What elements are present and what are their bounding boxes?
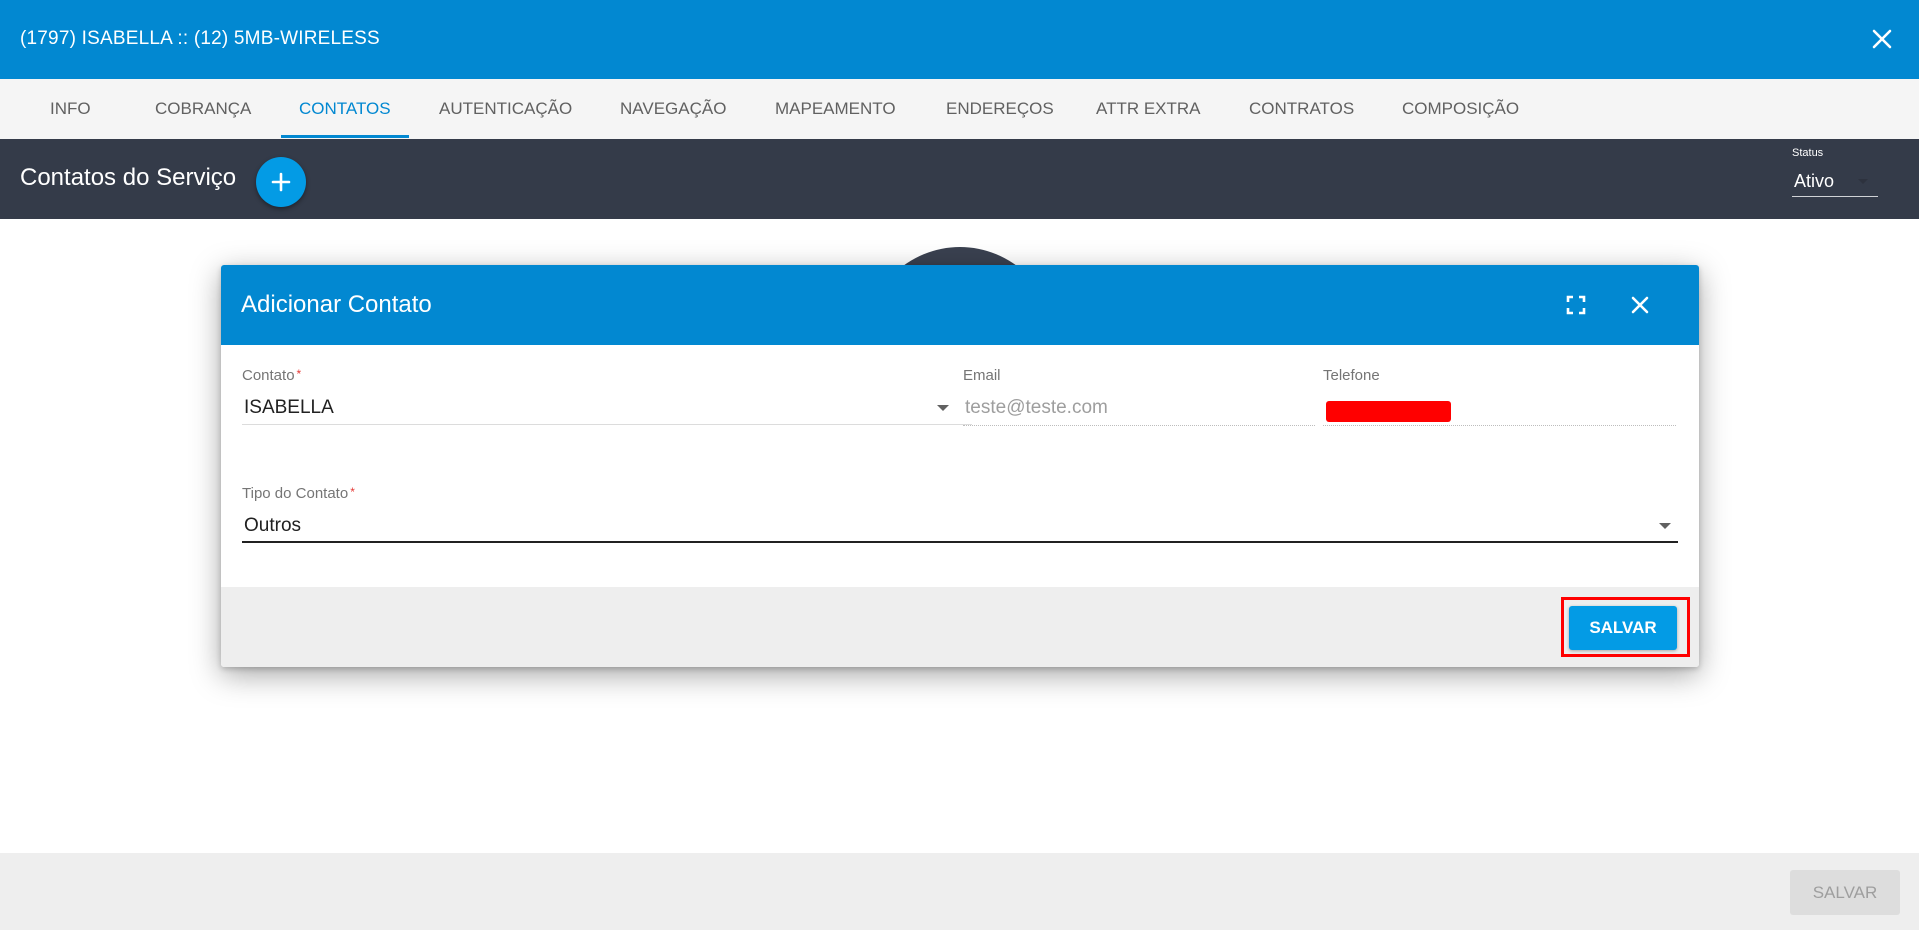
contato-select[interactable]: ISABELLA xyxy=(244,397,334,419)
chevron-down-icon[interactable] xyxy=(937,405,949,411)
chevron-down-icon xyxy=(1858,179,1868,184)
telefone-label: Telefone xyxy=(1323,367,1380,384)
footer-save-button[interactable]: SALVAR xyxy=(1790,870,1900,915)
email-label: Email xyxy=(963,367,1001,384)
chevron-down-icon[interactable] xyxy=(1659,523,1671,529)
tab-mapeamento[interactable]: MAPEAMENTO xyxy=(775,79,896,139)
tab-contatos[interactable]: CONTATOS xyxy=(299,79,391,139)
tab-composicao[interactable]: COMPOSIÇÃO xyxy=(1402,79,1519,139)
telefone-underline xyxy=(1323,425,1676,426)
status-select[interactable]: Ativo xyxy=(1792,167,1878,197)
email-underline xyxy=(963,425,1315,426)
section-title: Contatos do Serviço xyxy=(20,164,237,191)
window-header: (1797) ISABELLA :: (12) 5MB-WIRELESS xyxy=(0,0,1919,79)
tab-info[interactable]: INFO xyxy=(50,79,91,139)
contato-underline xyxy=(242,424,972,425)
tab-cobranca[interactable]: COBRANÇA xyxy=(155,79,251,139)
add-contact-button[interactable] xyxy=(256,157,306,207)
close-icon[interactable] xyxy=(1865,22,1899,56)
tab-contratos[interactable]: CONTRATOS xyxy=(1249,79,1354,139)
tab-navegacao[interactable]: NAVEGAÇÃO xyxy=(620,79,726,139)
tab-bar: INFO COBRANÇA CONTATOS AUTENTICAÇÃO NAVE… xyxy=(0,79,1919,139)
tipo-contato-select[interactable]: Outros xyxy=(244,515,301,537)
save-button[interactable]: SALVAR xyxy=(1569,606,1677,650)
window-title: (1797) ISABELLA :: (12) 5MB-WIRELESS xyxy=(20,28,380,49)
status-value: Ativo xyxy=(1794,171,1835,191)
fullscreen-icon[interactable] xyxy=(1561,290,1591,320)
page-footer: SALVAR xyxy=(0,853,1919,930)
tab-autenticacao[interactable]: AUTENTICAÇÃO xyxy=(439,79,572,139)
active-tab-indicator xyxy=(281,135,409,138)
dialog-footer: SALVAR xyxy=(221,587,1699,667)
telefone-redacted-value[interactable] xyxy=(1326,401,1451,422)
tab-enderecos[interactable]: ENDEREÇOS xyxy=(946,79,1054,139)
add-contact-dialog: Adicionar Contato Contato * ISABELLA Emai… xyxy=(221,265,1699,667)
tab-attr-extra[interactable]: ATTR EXTRA xyxy=(1096,79,1201,139)
dialog-header: Adicionar Contato xyxy=(221,265,1699,345)
contato-label: Contato * xyxy=(242,367,302,384)
plus-icon xyxy=(271,172,291,192)
dialog-title: Adicionar Contato xyxy=(241,291,432,318)
tipo-contato-label: Tipo do Contato * xyxy=(242,485,355,502)
section-header: Contatos do Serviço Status Ativo xyxy=(0,139,1919,219)
tipo-contato-underline xyxy=(242,541,1678,543)
status-label: Status xyxy=(1792,147,1824,159)
email-field[interactable]: teste@teste.com xyxy=(965,397,1108,419)
close-icon[interactable] xyxy=(1624,289,1656,321)
